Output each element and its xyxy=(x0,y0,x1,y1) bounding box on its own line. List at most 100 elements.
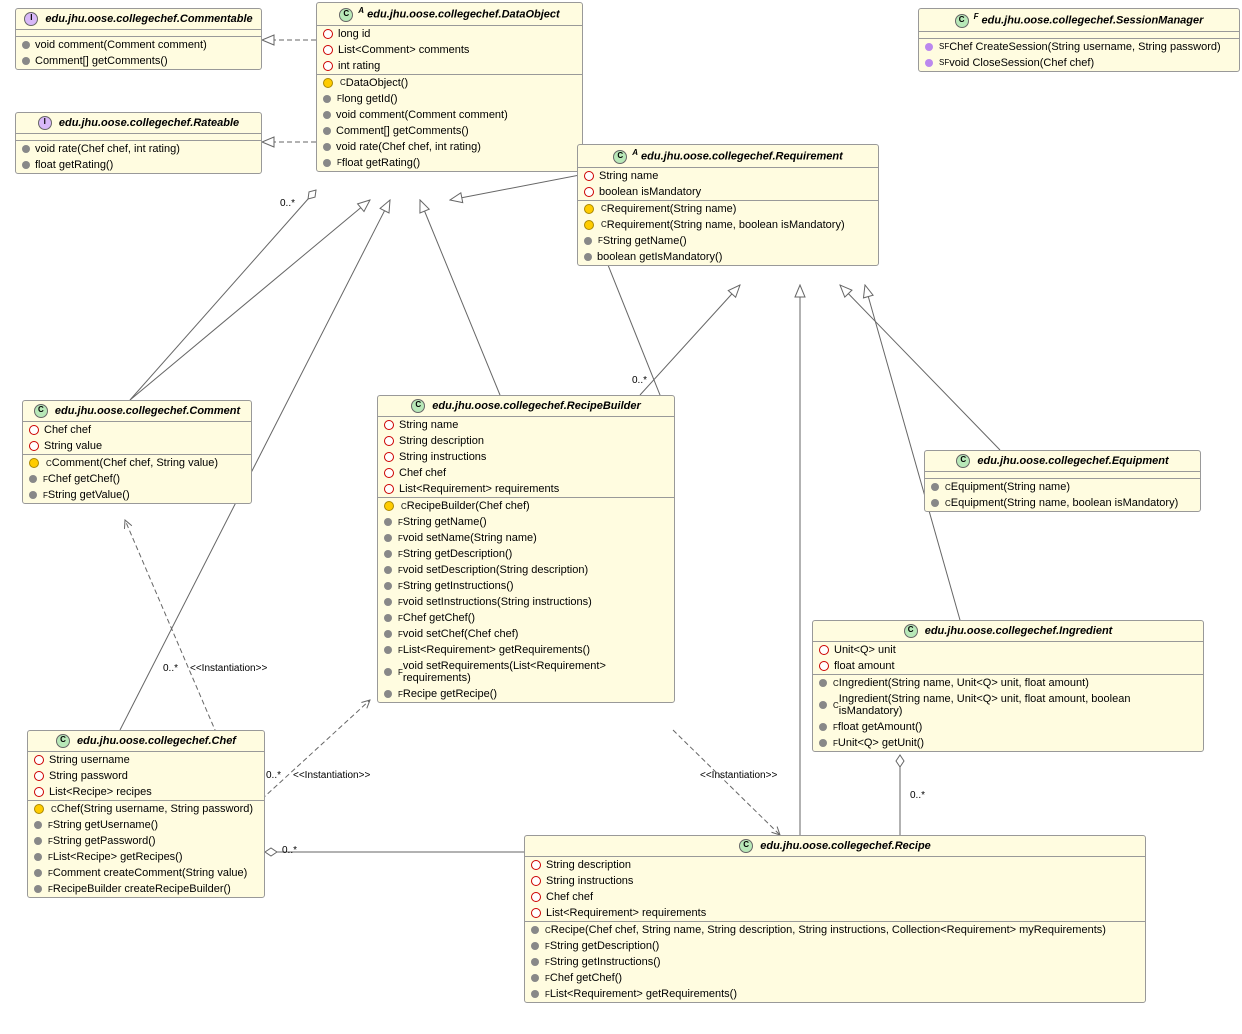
operation-row: Comment[] getComments() xyxy=(16,53,261,69)
operation-row: CRecipeBuilder(Chef chef) xyxy=(378,498,674,514)
class-commentable: I edu.jhu.oose.collegechef.Commentable vo… xyxy=(15,8,262,70)
operation-row: CRequirement(String name) xyxy=(578,201,878,217)
class-header: C edu.jhu.oose.collegechef.Chef xyxy=(28,731,264,752)
attribute-row: String username xyxy=(28,752,264,768)
operation-row: FChef getChef() xyxy=(378,610,674,626)
operation-row: FString getDescription() xyxy=(378,546,674,562)
attributes-section: String nameboolean isMandatory xyxy=(578,168,878,201)
operations-section: SFChef CreateSession(String username, St… xyxy=(919,39,1239,71)
operation-row: FList<Requirement> getRequirements() xyxy=(525,986,1145,1002)
operation-row: CDataObject() xyxy=(317,75,582,91)
operation-row: FComment createComment(String value) xyxy=(28,865,264,881)
operations-section: CRecipeBuilder(Chef chef)FString getName… xyxy=(378,498,674,702)
class-header: C edu.jhu.oose.collegechef.Recipe xyxy=(525,836,1145,857)
operation-row: Fvoid setInstructions(String instruction… xyxy=(378,594,674,610)
operations-section: CIngredient(String name, Unit<Q> unit, f… xyxy=(813,675,1203,751)
attribute-row: long id xyxy=(317,26,582,42)
operation-row: CChef(String username, String password) xyxy=(28,801,264,817)
class-header: CA edu.jhu.oose.collegechef.DataObject xyxy=(317,3,582,26)
operation-row: FString getName() xyxy=(578,233,878,249)
operations-section: void comment(Comment comment)Comment[] g… xyxy=(16,37,261,69)
stereotype-label: <<Instantiation>> xyxy=(190,663,267,674)
multiplicity-label: 0..* xyxy=(266,770,281,781)
operation-row: void rate(Chef chef, int rating) xyxy=(16,141,261,157)
class-requirement: CA edu.jhu.oose.collegechef.RequirementS… xyxy=(577,144,879,266)
operations-section: void rate(Chef chef, int rating)float ge… xyxy=(16,141,261,173)
operation-row: CIngredient(String name, Unit<Q> unit, f… xyxy=(813,691,1203,719)
class-equipment: C edu.jhu.oose.collegechef.Equipment CEqu… xyxy=(924,450,1201,512)
operations-section: CRecipe(Chef chef, String name, String d… xyxy=(525,922,1145,1002)
operation-row: CComment(Chef chef, String value) xyxy=(23,455,251,471)
operation-row: boolean getIsMandatory() xyxy=(578,249,878,265)
class-recipe: C edu.jhu.oose.collegechef.RecipeString … xyxy=(524,835,1146,1003)
operation-row: CIngredient(String name, Unit<Q> unit, f… xyxy=(813,675,1203,691)
operation-row: FUnit<Q> getUnit() xyxy=(813,735,1203,751)
operation-row: CEquipment(String name, boolean isMandat… xyxy=(925,495,1200,511)
class-chef: C edu.jhu.oose.collegechef.ChefString us… xyxy=(27,730,265,898)
multiplicity-label: 0..* xyxy=(910,790,925,801)
attribute-row: String value xyxy=(23,438,251,454)
operation-row: Ffloat getAmount() xyxy=(813,719,1203,735)
attribute-row: List<Recipe> recipes xyxy=(28,784,264,800)
attribute-row: Chef chef xyxy=(23,422,251,438)
attributes-section xyxy=(919,32,1239,39)
class-rateable: I edu.jhu.oose.collegechef.Rateable void … xyxy=(15,112,262,174)
operation-row: SFvoid CloseSession(Chef chef) xyxy=(919,55,1239,71)
class-comment: C edu.jhu.oose.collegechef.CommentChef c… xyxy=(22,400,252,504)
operation-row: FString getPassword() xyxy=(28,833,264,849)
attribute-row: float amount xyxy=(813,658,1203,674)
operation-row: Flong getId() xyxy=(317,91,582,107)
multiplicity-label: 0..* xyxy=(282,845,297,856)
operation-row: FString getDescription() xyxy=(525,938,1145,954)
attribute-row: String name xyxy=(378,417,674,433)
attribute-row: List<Requirement> requirements xyxy=(525,905,1145,921)
operation-row: Fvoid setRequirements(List<Requirement> … xyxy=(378,658,674,686)
operation-row: CEquipment(String name) xyxy=(925,479,1200,495)
operation-row: SFChef CreateSession(String username, St… xyxy=(919,39,1239,55)
operation-row: FString getUsername() xyxy=(28,817,264,833)
attributes-section: String nameString descriptionString inst… xyxy=(378,417,674,498)
attributes-section xyxy=(16,30,261,37)
attribute-row: boolean isMandatory xyxy=(578,184,878,200)
attribute-row: String instructions xyxy=(378,449,674,465)
operations-section: CEquipment(String name)CEquipment(String… xyxy=(925,479,1200,511)
operation-row: CRequirement(String name, boolean isMand… xyxy=(578,217,878,233)
attribute-row: String description xyxy=(378,433,674,449)
class-header: I edu.jhu.oose.collegechef.Commentable xyxy=(16,9,261,30)
operation-row: CRecipe(Chef chef, String name, String d… xyxy=(525,922,1145,938)
operations-section: CRequirement(String name)CRequirement(St… xyxy=(578,201,878,265)
multiplicity-label: 0..* xyxy=(280,198,295,209)
multiplicity-label: 0..* xyxy=(163,663,178,674)
operation-row: FList<Recipe> getRecipes() xyxy=(28,849,264,865)
operation-row: Fvoid setDescription(String description) xyxy=(378,562,674,578)
operation-row: FChef getChef() xyxy=(525,970,1145,986)
class-recipe-builder: C edu.jhu.oose.collegechef.RecipeBuilder… xyxy=(377,395,675,703)
attributes-section: Chef chefString value xyxy=(23,422,251,455)
operation-row: FList<Requirement> getRequirements() xyxy=(378,642,674,658)
class-session-manager: CF edu.jhu.oose.collegechef.SessionManag… xyxy=(918,8,1240,72)
attribute-row: String password xyxy=(28,768,264,784)
class-header: C edu.jhu.oose.collegechef.Equipment xyxy=(925,451,1200,472)
class-header: CA edu.jhu.oose.collegechef.Requirement xyxy=(578,145,878,168)
operation-row: Ffloat getRating() xyxy=(317,155,582,171)
operation-row: FString getInstructions() xyxy=(378,578,674,594)
operations-section: CChef(String username, String password)F… xyxy=(28,801,264,897)
attributes-section: Unit<Q> unitfloat amount xyxy=(813,642,1203,675)
operations-section: CDataObject()Flong getId()void comment(C… xyxy=(317,75,582,171)
attributes-section: String descriptionString instructionsChe… xyxy=(525,857,1145,922)
class-ingredient: C edu.jhu.oose.collegechef.IngredientUni… xyxy=(812,620,1204,752)
attribute-row: List<Comment> comments xyxy=(317,42,582,58)
attributes-section: long idList<Comment> commentsint rating xyxy=(317,26,582,75)
operation-row: Comment[] getComments() xyxy=(317,123,582,139)
class-header: I edu.jhu.oose.collegechef.Rateable xyxy=(16,113,261,134)
operation-row: void comment(Comment comment) xyxy=(16,37,261,53)
operation-row: FRecipeBuilder createRecipeBuilder() xyxy=(28,881,264,897)
class-header: C edu.jhu.oose.collegechef.Comment xyxy=(23,401,251,422)
operation-row: void comment(Comment comment) xyxy=(317,107,582,123)
stereotype-label: <<Instantiation>> xyxy=(700,770,777,781)
class-header: C edu.jhu.oose.collegechef.RecipeBuilder xyxy=(378,396,674,417)
attributes-section xyxy=(925,472,1200,479)
operation-row: float getRating() xyxy=(16,157,261,173)
class-header: C edu.jhu.oose.collegechef.Ingredient xyxy=(813,621,1203,642)
attribute-row: Chef chef xyxy=(378,465,674,481)
